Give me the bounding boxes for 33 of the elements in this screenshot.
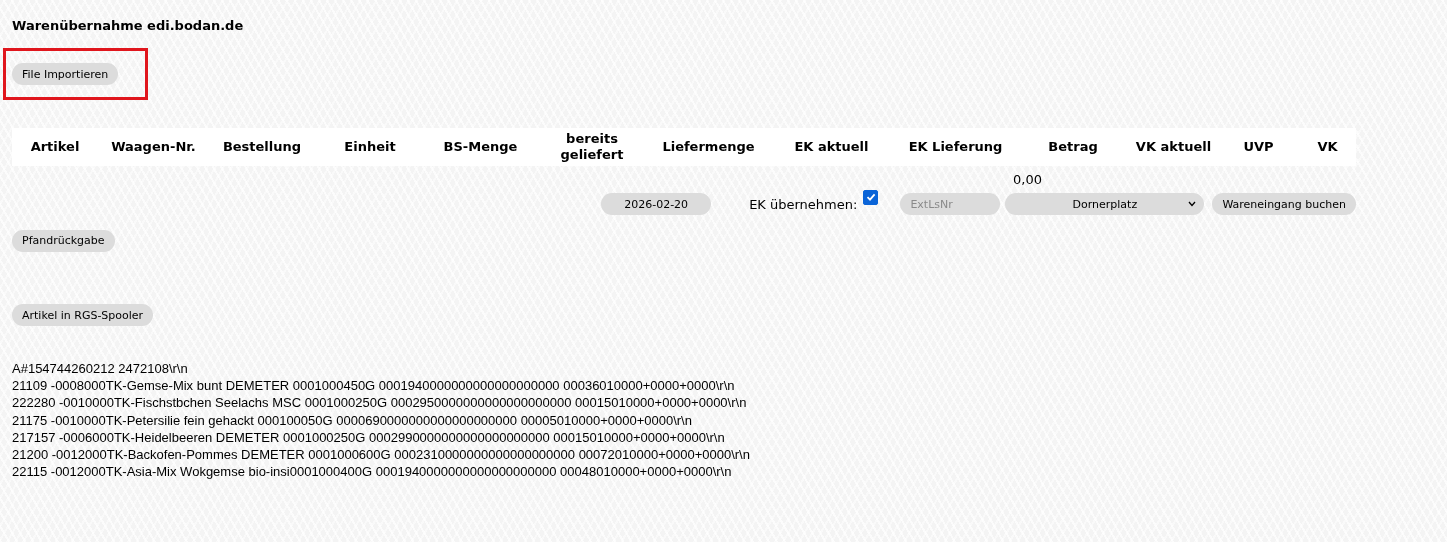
column-header: Bestellung bbox=[221, 138, 303, 156]
column-header: Liefermenge bbox=[661, 138, 756, 156]
caret-icon bbox=[1188, 201, 1197, 207]
file-line: 21175 -0010000TK-Petersilie fein gehackt 000100050G 0000690000000000000000000 00005010000+0000+0000\r\n bbox=[12, 411, 693, 429]
action-button[interactable]: Artikel in RGS-Spooler bbox=[12, 304, 154, 326]
file-line: 21200 -0012000TK-Backofen-Pommes DEMETER 0001000600G 0002310000000000000000000 00072010000+0000+0000\r\n bbox=[12, 446, 751, 464]
column-header: VK bbox=[1316, 138, 1339, 156]
column-header: bereits geliefert bbox=[559, 130, 625, 164]
check-icon bbox=[865, 192, 876, 202]
date-button[interactable]: 2026-02-20 bbox=[601, 193, 712, 215]
file-line: 217157 -0006000TK-Heidelbeeren DEMETER 0001000250G 0002990000000000000000000 00015010000+0000+0000\r\n bbox=[12, 428, 726, 446]
location-select[interactable]: Dornerplatz bbox=[1005, 193, 1205, 215]
column-header: Einheit bbox=[343, 138, 397, 156]
file-line: A#154744260212 2472108\r\n bbox=[12, 360, 189, 378]
column-header: UVP bbox=[1242, 138, 1275, 156]
file-line: 222280 -0010000TK-Fischstbchen Seelachs MSC 0001000250G 0002950000000000000000000 00015010000+0000+0000\r\n bbox=[12, 394, 748, 412]
column-header: Artikel bbox=[29, 138, 81, 156]
file-import-button[interactable]: File Importieren bbox=[12, 63, 119, 85]
column-header: EK aktuell bbox=[793, 138, 870, 156]
action-button[interactable]: Pfandrückgabe bbox=[12, 229, 115, 252]
file-line: 21109 -0008000TK-Gemse-Mix bunt DEMETER 0001000450G 0001940000000000000000000 00036010000+0000+0000\r\n bbox=[12, 377, 736, 395]
ext-ls-field[interactable]: ExtLsNr bbox=[900, 193, 1001, 215]
column-header: EK Lieferung bbox=[907, 138, 1004, 156]
column-header: VK aktuell bbox=[1134, 138, 1213, 156]
column-header: BS-Menge bbox=[442, 138, 519, 156]
ek-label: EK übernehmen: bbox=[749, 196, 858, 212]
file-line: 22115 -0012000TK-Asia-Mix Wokgemse bio-insi0001000400G 0001940000000000000000000 00048010000+0000+0000\r\n bbox=[12, 463, 733, 481]
total-amount: 0,00 bbox=[1013, 172, 1042, 187]
column-header: Betrag bbox=[1047, 138, 1099, 156]
page-title: Warenübernahme edi.bodan.de bbox=[12, 18, 245, 33]
column-header: Waagen-Nr. bbox=[110, 138, 197, 156]
book-receipt-button[interactable]: Wareneingang buchen bbox=[1212, 193, 1356, 215]
ek-checkbox[interactable] bbox=[863, 189, 879, 205]
